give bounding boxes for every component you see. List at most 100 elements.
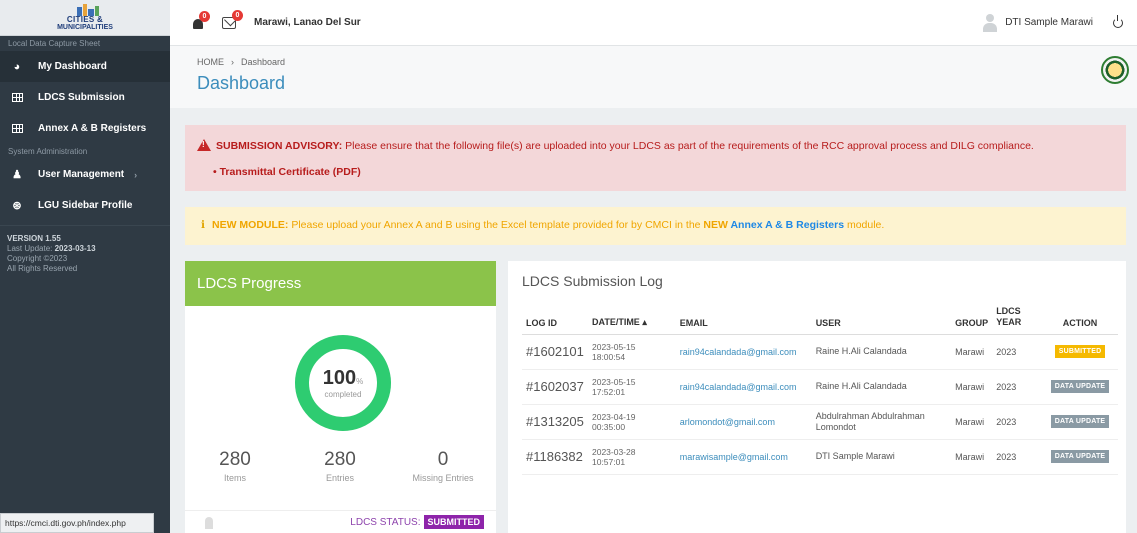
progress-percent: 100 xyxy=(322,367,357,389)
sidebar-item-label: LDCS Submission xyxy=(38,92,125,103)
column-header[interactable]: GROUP xyxy=(951,301,993,335)
column-header[interactable]: ACTION xyxy=(1042,301,1118,335)
log-email[interactable]: arlomondot@gmail.com xyxy=(675,404,812,440)
new-module-alert: i NEW MODULE: Please upload your Annex A … xyxy=(185,207,1126,245)
logo-line1: CITIES & xyxy=(66,15,104,24)
log-datetime: 2023-05-15 17:52:01 xyxy=(587,369,676,405)
sidebar-item-label: My Dashboard xyxy=(38,61,107,72)
log-date: 2023-03-28 xyxy=(591,446,636,457)
table-row: #1602037 2023-05-15 17:52:01 rain94caland… xyxy=(522,369,1118,405)
log-year: 2023 xyxy=(992,334,1043,370)
table-icon xyxy=(10,92,24,104)
submission-log-card: LDCS Submission Log LOG ID DATE/TIME ▴ E… xyxy=(508,261,1126,533)
log-email[interactable]: rain94calandada@gmail.com xyxy=(675,334,812,370)
sidebar-item-label: User Management xyxy=(38,169,125,180)
log-datetime: 2023-05-15 18:00:54 xyxy=(587,334,676,370)
column-header[interactable]: DATE/TIME ▴ xyxy=(587,301,676,335)
page-header: HOME › Dashboard Dashboard xyxy=(170,46,1137,108)
last-update-date: 2023-03-13 xyxy=(54,244,96,253)
browser-status-url: https://cmci.dti.gov.ph/index.php xyxy=(0,513,154,533)
notification-count-badge: 0 xyxy=(199,10,210,22)
stat-value: 0 xyxy=(437,449,449,470)
table-row: #1313205 2023-04-19 00:35:00 arlomondot@g… xyxy=(522,404,1118,440)
log-year: 2023 xyxy=(992,404,1043,440)
skyline-logo-icon xyxy=(55,4,115,16)
ldcs-progress-card: LDCS Progress 100% completed 280 Items 2… xyxy=(185,261,496,533)
column-header[interactable]: LOG ID xyxy=(522,301,588,335)
breadcrumb-separator: › xyxy=(231,57,234,67)
user-icon: ♟ xyxy=(12,169,22,181)
copyright: Copyright ©2023 xyxy=(7,254,68,263)
user-avatar-icon xyxy=(205,517,213,529)
log-group: Marawi xyxy=(951,404,993,440)
stat-value: 280 xyxy=(219,449,251,470)
sidebar-item-my-dashboard[interactable]: ◕ My Dashboard xyxy=(0,51,170,82)
log-id: #1186382 xyxy=(522,439,588,475)
stat-label: Entries xyxy=(325,473,354,483)
log-email[interactable]: rain94calandada@gmail.com xyxy=(675,369,812,405)
breadcrumb-current: Dashboard xyxy=(241,57,286,67)
log-user: Raine H.Ali Calandada xyxy=(811,369,952,405)
last-update-label: Last Update: xyxy=(7,244,53,253)
module-label: NEW MODULE: xyxy=(212,219,289,231)
log-action: SUBMITTED xyxy=(1042,334,1118,370)
action-badge: SUBMITTED xyxy=(1054,345,1106,358)
user-name: DTI Sample Marawi xyxy=(1005,17,1093,28)
sidebar-item-label: Annex A & B Registers xyxy=(38,123,147,134)
sidebar-item-ldcs-submission[interactable]: LDCS Submission xyxy=(0,82,170,113)
log-email[interactable]: marawisample@gmail.com xyxy=(675,439,812,475)
action-badge: DATA UPDATE xyxy=(1050,450,1110,463)
log-datetime: 2023-03-28 10:57:01 xyxy=(587,439,676,475)
table-icon xyxy=(10,123,24,135)
table-row: #1602101 2023-05-15 18:00:54 rain94caland… xyxy=(522,334,1118,370)
log-time: 18:00:54 xyxy=(591,351,626,362)
log-id: #1602101 xyxy=(522,334,588,370)
module-new-tag: NEW xyxy=(703,219,728,231)
stat-label: Missing Entries xyxy=(412,473,474,483)
log-action: DATA UPDATE xyxy=(1042,439,1118,475)
ldcs-status-label: LDCS STATUS: xyxy=(350,516,421,528)
stat-items: 280 Items xyxy=(185,449,285,483)
log-date: 2023-05-15 xyxy=(591,341,636,352)
profile-icon: ⊛ xyxy=(12,200,22,212)
action-badge: DATA UPDATE xyxy=(1050,415,1110,428)
log-id: #1313205 xyxy=(522,404,588,440)
table-header-row: LOG ID DATE/TIME ▴ EMAIL USER GROUP LDCS… xyxy=(522,301,1118,335)
module-text: Please upload your Annex A and B using t… xyxy=(288,219,704,231)
stat-label: Items xyxy=(223,473,246,483)
sidebar-item-lgu-profile[interactable]: ⊛ LGU Sidebar Profile xyxy=(0,190,170,221)
rights: All Rights Reserved xyxy=(7,264,78,273)
advisory-label: SUBMISSION ADVISORY: xyxy=(216,140,343,152)
column-header[interactable]: USER xyxy=(811,301,952,335)
log-action: DATA UPDATE xyxy=(1042,369,1118,405)
log-year: 2023 xyxy=(992,439,1043,475)
ldcs-status: LDCS STATUS: SUBMITTED xyxy=(350,515,484,529)
notifications-bell-icon[interactable]: 0 xyxy=(192,10,210,31)
stat-value: 280 xyxy=(324,449,356,470)
stat-missing-entries: 0 Missing Entries xyxy=(393,449,493,483)
sidebar-section-admin: System Administration xyxy=(8,147,88,156)
annex-registers-link[interactable]: Annex A & B Registers xyxy=(728,219,844,231)
log-time: 00:35:00 xyxy=(591,421,626,432)
column-header[interactable]: EMAIL xyxy=(675,301,812,335)
breadcrumb-home[interactable]: HOME xyxy=(197,57,224,67)
log-user: Abdulrahman Abdulrahman Lomondot xyxy=(811,404,952,440)
cmci-logo[interactable]: CITIES & MUNICIPALITIES xyxy=(0,0,170,36)
log-action: DATA UPDATE xyxy=(1042,404,1118,440)
lgu-seal-icon xyxy=(1101,56,1129,84)
advisory-text: Please ensure that the following file(s)… xyxy=(342,140,1034,152)
progress-ring: 100% completed xyxy=(293,333,393,433)
sidebar-item-label: LGU Sidebar Profile xyxy=(38,200,133,211)
log-user: DTI Sample Marawi xyxy=(811,439,952,475)
sidebar-item-annex-registers[interactable]: Annex A & B Registers xyxy=(0,113,170,144)
column-header[interactable]: LDCS YEAR xyxy=(992,301,1043,335)
sidebar-item-user-management[interactable]: ♟ User Management › xyxy=(0,159,170,190)
messages-mail-icon[interactable]: 0 xyxy=(222,9,243,29)
log-date: 2023-05-15 xyxy=(591,376,636,387)
logout-power-icon[interactable] xyxy=(1113,14,1123,28)
progress-percent-unit: % xyxy=(356,377,364,386)
user-avatar-icon xyxy=(983,13,998,32)
submission-log-title: LDCS Submission Log xyxy=(522,273,663,289)
user-menu[interactable]: DTI Sample Marawi xyxy=(983,13,1137,32)
log-year: 2023 xyxy=(992,369,1043,405)
